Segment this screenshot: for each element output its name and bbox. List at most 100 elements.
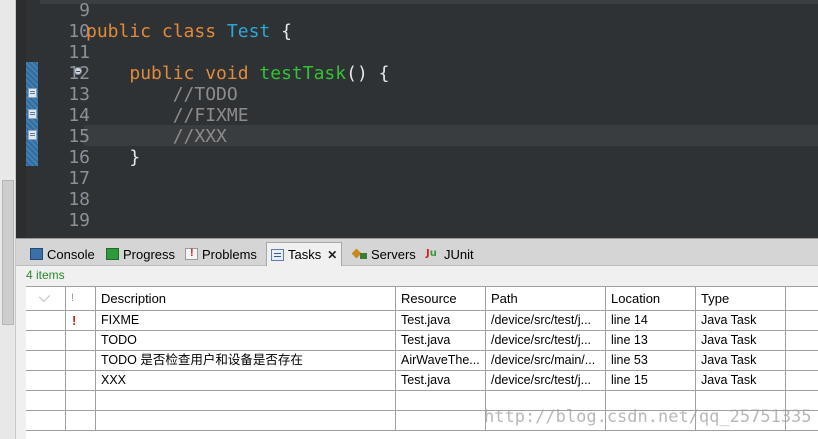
line-number: 16 xyxy=(68,147,90,168)
code-line[interactable]: public class Test { xyxy=(86,21,292,42)
path-cell: /device/src/test/j... xyxy=(486,311,606,331)
resource-cell xyxy=(396,391,486,411)
code-line[interactable]: //TODO xyxy=(86,84,238,105)
column-header-path[interactable]: Path xyxy=(486,287,606,311)
column-header-priority[interactable]: ! xyxy=(66,287,96,311)
line-number: 17 xyxy=(68,168,90,189)
description-cell xyxy=(96,411,396,431)
task-marker-icon[interactable] xyxy=(28,88,37,98)
tab-progress[interactable]: Progress xyxy=(106,243,175,265)
task-marker-icon[interactable] xyxy=(28,130,37,140)
tab-junit[interactable]: Ju JUnit xyxy=(426,243,474,265)
line-number: 14 xyxy=(68,105,90,126)
type-cell: Java Task xyxy=(696,331,786,351)
line-number: 12 xyxy=(38,63,90,84)
column-header-filler xyxy=(786,287,818,311)
line-numbers: 910111213141516171819 xyxy=(40,0,92,238)
line-number: 18 xyxy=(68,189,90,210)
tab-console[interactable]: Console xyxy=(30,243,95,265)
location-cell: line 15 xyxy=(606,371,696,391)
table-row[interactable]: XXX Test.java/device/src/test/j... line 15… xyxy=(26,371,818,391)
path-cell: /device/src/test/j... xyxy=(486,371,606,391)
code-token: () { xyxy=(346,63,390,84)
priority-cell: ! xyxy=(66,311,96,331)
view-tab-bar: Console Progress Problems Tasks ✕ Server… xyxy=(16,238,818,266)
resource-cell: Test.java xyxy=(396,371,486,391)
line-number: 13 xyxy=(68,84,90,105)
tab-tasks[interactable]: Tasks ✕ xyxy=(266,242,343,266)
code-line[interactable]: } xyxy=(86,147,140,168)
console-icon xyxy=(30,248,43,260)
type-cell: Java Task xyxy=(696,351,786,371)
priority-cell xyxy=(66,331,96,351)
code-token: Test xyxy=(226,21,271,42)
table-cell xyxy=(26,371,66,391)
table-row[interactable]: TODO Test.java/device/src/test/j... line 1… xyxy=(26,331,818,351)
tab-problems[interactable]: Problems xyxy=(185,243,257,265)
problems-icon xyxy=(185,247,198,260)
table-row[interactable]: TODO 是否检查用户和设备是否存在 AirWaveThe.../device/s… xyxy=(26,351,818,371)
path-cell: /device/src/main/... xyxy=(486,351,606,371)
table-header: ! Description Resource Path Location Typ… xyxy=(26,287,818,311)
code-token: { xyxy=(270,21,292,42)
left-scrollbar-thumb[interactable] xyxy=(2,180,14,325)
table-cell xyxy=(786,311,818,331)
tab-label: JUnit xyxy=(444,246,474,262)
path-cell: /device/src/test/j... xyxy=(486,331,606,351)
code-line[interactable]: //XXX xyxy=(86,126,227,147)
tab-label: Console xyxy=(47,246,95,262)
column-header-completed[interactable] xyxy=(26,287,66,311)
priority-cell xyxy=(66,351,96,371)
collapse-fold-icon[interactable] xyxy=(74,67,82,75)
resource-cell xyxy=(396,411,486,431)
tab-label: Tasks xyxy=(288,247,322,262)
watermark: http://blog.csdn.net/qq_25751335 xyxy=(484,407,812,427)
resource-cell: Test.java xyxy=(396,311,486,331)
tab-label: Servers xyxy=(371,246,416,262)
location-cell: line 14 xyxy=(606,311,696,331)
servers-icon xyxy=(353,248,367,260)
description-cell: TODO xyxy=(96,331,396,351)
editor-gutter xyxy=(16,0,26,238)
tab-label: Progress xyxy=(123,246,176,262)
column-header-description[interactable]: Description xyxy=(96,287,396,311)
code-token: testTask xyxy=(259,63,347,84)
code-token: //TODO xyxy=(86,84,238,105)
resource-cell: Test.java xyxy=(396,331,486,351)
line-number: 11 xyxy=(68,42,90,63)
tab-label: Problems xyxy=(202,246,257,262)
tab-servers[interactable]: Servers xyxy=(353,243,416,265)
code-token: //FIXME xyxy=(86,105,249,126)
priority-cell xyxy=(66,411,96,431)
table-cell xyxy=(786,351,818,371)
code-token: } xyxy=(86,147,141,168)
line-number: 10 xyxy=(68,21,90,42)
type-cell: Java Task xyxy=(696,311,786,331)
line-number: 15 xyxy=(68,126,90,147)
column-header-location[interactable]: Location xyxy=(606,287,696,311)
type-cell: Java Task xyxy=(696,371,786,391)
table-cell xyxy=(786,371,818,391)
description-cell: TODO 是否检查用户和设备是否存在 xyxy=(96,351,396,371)
table-cell xyxy=(26,351,66,371)
table-row[interactable]: ! FIXME Test.java/device/src/test/j... line… xyxy=(26,311,818,331)
progress-icon xyxy=(106,248,119,260)
code-line[interactable]: public void testTask() { xyxy=(86,63,389,84)
code-area[interactable]: public class Test { public void testTask… xyxy=(86,0,816,238)
column-header-resource[interactable]: Resource xyxy=(396,287,486,311)
close-icon[interactable]: ✕ xyxy=(327,248,337,262)
tasks-icon xyxy=(271,248,284,261)
line-number: 19 xyxy=(68,210,90,231)
priority-cell xyxy=(66,371,96,391)
code-token: public class xyxy=(86,21,227,42)
left-scrollbar[interactable] xyxy=(0,0,16,439)
code-line[interactable]: //FIXME xyxy=(86,105,249,126)
junit-icon: Ju xyxy=(426,248,437,259)
task-marker-icon[interactable] xyxy=(28,109,37,119)
column-header-type[interactable]: Type xyxy=(696,287,786,311)
description-cell: XXX xyxy=(96,371,396,391)
code-editor[interactable]: 910111213141516171819 public class Test … xyxy=(16,0,818,238)
resource-cell: AirWaveThe... xyxy=(396,351,486,371)
description-cell: FIXME xyxy=(96,311,396,331)
